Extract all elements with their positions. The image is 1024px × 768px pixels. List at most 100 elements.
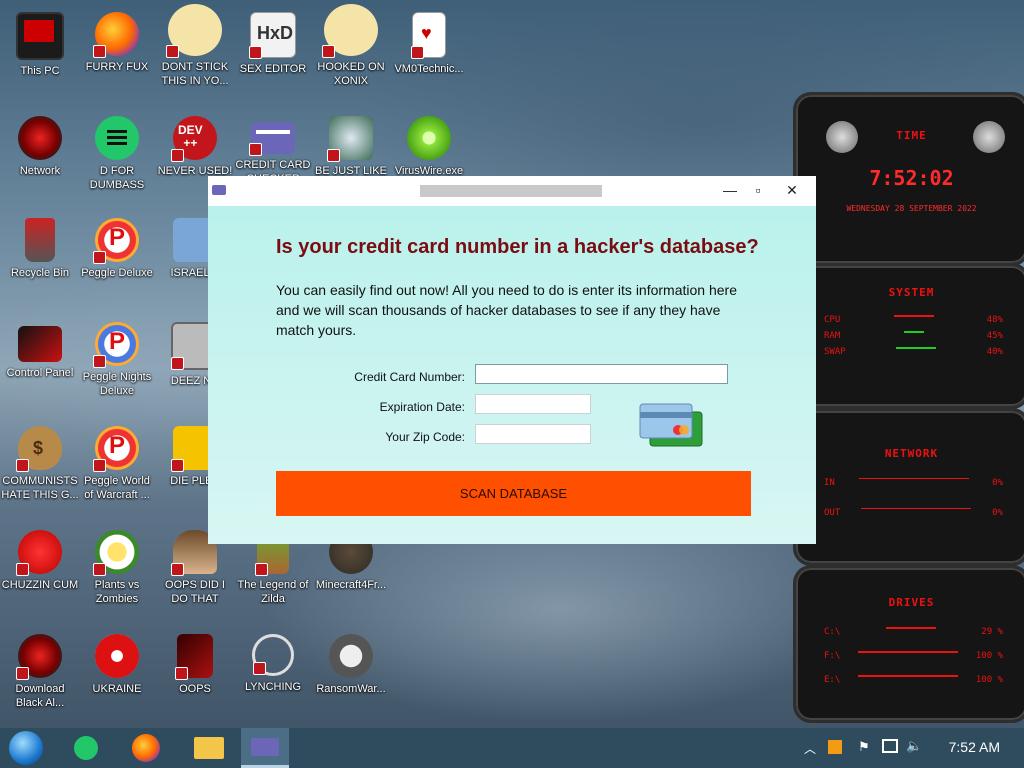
desktop-icon-label: DONT STICK THIS IN YO... (161, 61, 229, 87)
taskbar-firefox[interactable] (124, 728, 168, 768)
desktop-icon-peggle-wow[interactable]: P Peggle World of Warcraft ... (78, 426, 156, 502)
trash-can-icon (25, 218, 55, 262)
drives-widget: DRIVES C:\ 29 % F:\ 100 % E:\ 100 % (793, 565, 1024, 723)
network-icon[interactable] (882, 739, 898, 753)
desktop-icon-chuzzin[interactable]: CHUZZIN CUM (1, 530, 79, 592)
close-button[interactable]: ✕ (778, 178, 806, 202)
drive-row: E:\ 100 % (824, 675, 1003, 685)
scan-database-button[interactable]: SCAN DATABASE (276, 471, 751, 516)
monitor-icon (16, 12, 64, 60)
cards-icon: ♥ (411, 12, 446, 59)
system-widget: SYSTEM CPU 48% RAM 45% SWAP 40% (793, 263, 1024, 409)
expiration-label: Expiration Date: (379, 400, 465, 414)
peggle-icon: P (93, 426, 139, 472)
desktop-icon-label: HOOKED ON XONIX (317, 61, 385, 87)
desktop-icon-hooked-on-xonix[interactable]: HOOKED ON XONIX (312, 4, 390, 88)
network-row: IN 0% (824, 478, 1003, 488)
time-widget: TIME 7:52:02 WEDNESDAY 28 SEPTEMBER 2022 (793, 92, 1024, 266)
desktop-icon-label: OOPS DID I DO THAT (165, 579, 225, 605)
desktop-icon-label: UKRAINE (92, 683, 142, 695)
desktop-icon-ukraine[interactable]: UKRAINE (78, 634, 156, 696)
desktop-icon-oops[interactable]: OOPS (156, 634, 234, 696)
noose-icon (252, 634, 294, 676)
show-hidden-icons-icon[interactable]: ︿ (804, 740, 816, 757)
desktop-icon-dont-stick[interactable]: DONT STICK THIS IN YO... (156, 4, 234, 88)
desktop-icon-communists[interactable]: $ COMMUNISTS HATE THIS G... (1, 426, 79, 502)
card-number-input[interactable] (475, 364, 728, 384)
alien-orb-icon (16, 634, 62, 680)
flag-icon[interactable]: ⚑ (858, 739, 870, 755)
taskbar: ︿ ⚑ 🔈 7:52 AM (0, 728, 1024, 768)
desktop-icon-this-pc[interactable]: This PC (1, 12, 79, 78)
minimize-button[interactable]: — (716, 178, 744, 202)
volume-icon[interactable]: 🔈 (906, 738, 922, 754)
control-panel-icon (18, 326, 62, 362)
lime-icon (407, 116, 451, 160)
system-row: CPU 48% (824, 315, 1003, 325)
folder-icon (194, 737, 224, 759)
desktop-icon-plants-vs-zombies[interactable]: Plants vs Zombies (78, 530, 156, 606)
credit-card-app-icon (251, 738, 279, 756)
desktop-icon-control-panel[interactable]: Control Panel (1, 322, 79, 380)
drives-title: DRIVES (888, 596, 935, 609)
desktop-icon-ransomware[interactable]: RansomWar... (312, 634, 390, 696)
desktop-icon-d-for-dumbass[interactable]: D FOR DUMBASS (78, 116, 156, 192)
zip-input[interactable] (475, 424, 591, 444)
card-number-label: Credit Card Number: (354, 370, 465, 384)
expiration-input[interactable] (475, 394, 591, 414)
hxd-icon: HxD (249, 12, 296, 59)
start-button[interactable] (4, 728, 48, 768)
desktop-icon-label: Minecraft4Fr... (315, 579, 387, 591)
desktop-icon-label: D FOR DUMBASS (89, 165, 145, 191)
alien-orb-icon (18, 116, 62, 160)
red-device-icon (175, 634, 213, 680)
desktop-icon-peggle-nights[interactable]: P Peggle Nights Deluxe (78, 322, 156, 398)
notification-app-icon[interactable] (828, 740, 842, 754)
desktop-icon-download-black[interactable]: Download Black Al... (1, 634, 79, 710)
dialog-body: Is your credit card number in a hacker's… (208, 206, 816, 544)
desktop-icon-sex-editor[interactable]: HxD SEX EDITOR (234, 12, 312, 76)
desktop-icon-label: COMMUNISTS HATE THIS G... (1, 475, 79, 501)
desktop-icon-network[interactable]: Network (1, 116, 79, 178)
desktop-icon-furry-fux[interactable]: FURRY FUX (78, 12, 156, 74)
desktop-icon-vm0technic[interactable]: ♥ VM0Technic... (390, 12, 468, 76)
desktop-icon-label: CHUZZIN CUM (1, 579, 79, 591)
desktop-icon-viruswire[interactable]: VirusWire.exe (390, 116, 468, 178)
desktop-icon-lynching[interactable]: LYNCHING (234, 634, 312, 694)
alien-head-icon (973, 121, 1005, 153)
flower-icon (93, 530, 139, 576)
desktop-icon-label: Download Black Al... (15, 683, 65, 709)
desktop-icon-recycle-bin[interactable]: Recycle Bin (1, 218, 79, 280)
desktop-icon-label: Peggle Deluxe (81, 267, 153, 279)
desktop-icon-peggle-deluxe[interactable]: P Peggle Deluxe (78, 218, 156, 280)
desktop-icon-label: FURRY FUX (85, 61, 149, 73)
credit-cards-icon (639, 403, 703, 447)
taskbar-chat-app[interactable] (64, 728, 108, 768)
taskbar-clock[interactable]: 7:52 AM (949, 739, 1000, 755)
desktop-icon-label: Peggle Nights Deluxe (82, 371, 152, 397)
network-row: OUT 0% (824, 508, 1003, 518)
desktop-icon-label: The Legend of Zilda (237, 579, 309, 605)
firefox-icon (93, 12, 139, 58)
dialog-titlebar[interactable]: — ▫ ✕ (208, 176, 816, 206)
peggle-icon: P (93, 322, 139, 368)
system-row: RAM 45% (824, 331, 1003, 341)
desktop-icon-label: Recycle Bin (10, 267, 70, 279)
money-bag-icon: $ (16, 426, 62, 472)
anime-face-icon (166, 4, 222, 58)
desktop-icon-label: SEX EDITOR (239, 63, 307, 75)
time-readout: 7:52:02 (869, 166, 954, 190)
taskbar-file-explorer[interactable] (186, 728, 230, 768)
desktop-icon-label: LYNCHING (244, 681, 302, 693)
desktop-icon-never-used[interactable]: DEV ++ NEVER USED! (156, 116, 234, 178)
desktop-icon-label: Control Panel (6, 367, 74, 379)
skull-icon (329, 634, 373, 678)
dialog-heading: Is your credit card number in a hacker's… (276, 236, 759, 258)
desktop-icon-label: VM0Technic... (394, 63, 464, 75)
taskbar-credit-card-checker[interactable] (241, 728, 289, 768)
desktop-icon-label: Peggle World of Warcraft ... (84, 475, 150, 501)
drive-row: C:\ 29 % (824, 627, 1003, 637)
maximize-button[interactable]: ▫ (744, 178, 772, 202)
dev-cpp-icon: DEV ++ (171, 116, 217, 162)
desktop-icon-label: RansomWar... (316, 683, 386, 695)
